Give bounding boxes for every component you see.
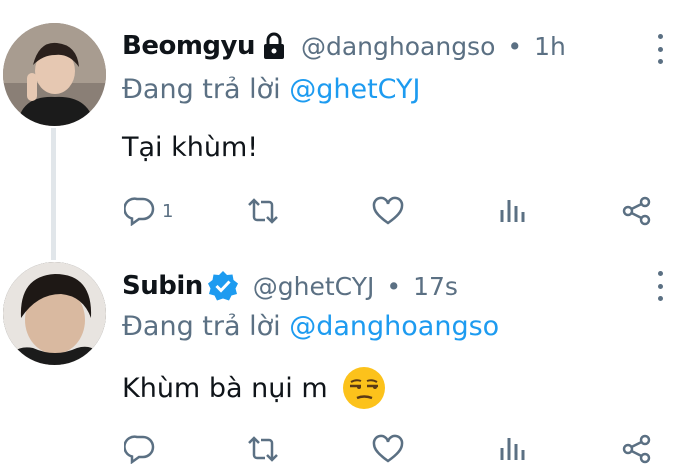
lock-icon: [261, 32, 287, 60]
more-options-icon[interactable]: [650, 34, 670, 64]
analytics-icon: [500, 438, 525, 460]
timestamp[interactable]: 1h: [534, 32, 566, 61]
timestamp[interactable]: 17s: [413, 272, 458, 301]
retweet-button[interactable]: [246, 196, 280, 226]
reply-button[interactable]: 1: [124, 196, 173, 226]
mention-link[interactable]: @danghoangso: [289, 311, 499, 342]
retweet-icon: [248, 436, 278, 462]
tweet-text-content: Khùm bà nụi m: [122, 372, 328, 404]
share-icon: [622, 196, 651, 226]
avatar-subin[interactable]: [3, 262, 106, 365]
share-button[interactable]: [622, 196, 652, 226]
reply-count: 1: [162, 200, 174, 222]
heart-icon: [372, 196, 404, 225]
like-button[interactable]: [372, 434, 404, 464]
analytics-button[interactable]: [498, 196, 528, 226]
verified-badge-icon: [207, 270, 239, 302]
separator-dot: •: [386, 271, 402, 301]
reply-icon: [124, 197, 155, 226]
analytics-icon: [500, 200, 525, 222]
display-name[interactable]: Subin: [122, 271, 203, 301]
share-icon: [622, 434, 651, 464]
reply-button[interactable]: [124, 434, 156, 464]
retweet-icon: [248, 198, 278, 224]
replying-to-label: Đang trả lời: [122, 74, 290, 105]
thread-connector-line: [51, 128, 56, 260]
heart-icon: [372, 434, 404, 463]
separator-dot: •: [507, 31, 523, 61]
analytics-button[interactable]: [498, 434, 528, 464]
reply-icon: [124, 435, 155, 464]
tweet-text: Khùm bà nụi m: [122, 366, 386, 410]
user-handle[interactable]: @danghoangso: [301, 32, 495, 61]
user-handle[interactable]: @ghetCYJ: [253, 272, 375, 301]
mention-link[interactable]: @ghetCYJ: [289, 74, 420, 105]
tweet-actions: 1: [122, 196, 662, 230]
tweet-actions: [122, 434, 662, 468]
more-options-icon[interactable]: [650, 271, 670, 301]
unamused-face-emoji: [342, 366, 386, 410]
tweet-header: Subin @ghetCYJ • 17s: [122, 268, 458, 304]
retweet-button[interactable]: [246, 434, 280, 464]
share-button[interactable]: [622, 434, 652, 464]
replying-to: Đang trả lời @ghetCYJ: [122, 74, 421, 105]
replying-to: Đang trả lời @danghoangso: [122, 311, 499, 342]
avatar-beomgyu[interactable]: [3, 23, 106, 126]
like-button[interactable]: [372, 196, 404, 226]
display-name[interactable]: Beomgyu: [122, 31, 255, 61]
tweet-text: Tại khùm!: [122, 132, 259, 163]
replying-to-label: Đang trả lời: [122, 311, 290, 342]
tweet-header: Beomgyu @danghoangso • 1h: [122, 28, 566, 64]
